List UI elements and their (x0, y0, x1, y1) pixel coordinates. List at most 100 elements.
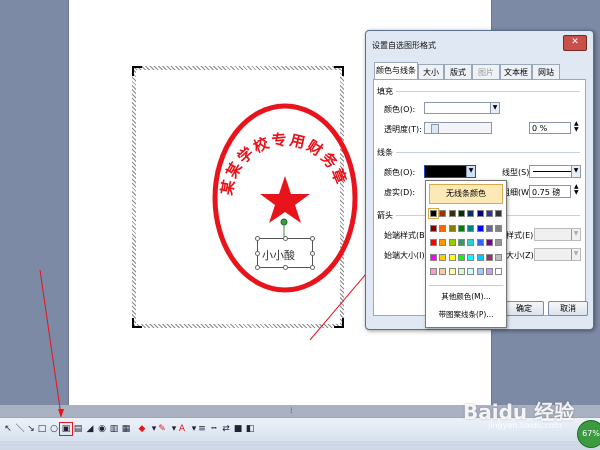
line-color-icon[interactable]: ✎ (156, 423, 168, 435)
line-color-dropdown[interactable]: ▼ (424, 165, 476, 178)
color-swatch[interactable] (428, 208, 439, 219)
color-swatch[interactable] (495, 210, 503, 217)
tab-layout[interactable]: 版式 (444, 64, 472, 80)
color-swatch[interactable] (430, 253, 437, 261)
chevron-down-icon: ▼ (571, 249, 580, 260)
color-swatch[interactable] (467, 224, 475, 232)
picture-icon[interactable]: ▦ (120, 423, 132, 435)
clipart-icon[interactable]: ▥ (108, 423, 120, 435)
dash-style-icon[interactable]: ┅ (208, 423, 220, 435)
arrow-style-icon[interactable]: ⇄ (220, 423, 232, 435)
color-swatch[interactable] (457, 253, 465, 261)
color-swatch[interactable] (495, 224, 503, 232)
divider (429, 285, 503, 286)
end-style-dropdown[interactable]: ▼ (534, 228, 581, 241)
transparency-slider[interactable] (424, 122, 492, 134)
color-swatch[interactable] (457, 224, 465, 232)
chevron-down-icon: ▼ (571, 166, 580, 177)
color-swatch[interactable] (476, 253, 484, 261)
spinner-icon[interactable]: ▲ ▼ (574, 184, 579, 196)
textbox-tool-icon[interactable]: ▣ (59, 422, 73, 436)
color-swatch[interactable] (439, 210, 447, 217)
line-style-label: 线型(S): (502, 168, 533, 177)
dash-label: 虚实(D): (384, 188, 416, 197)
dialog-title: 设置自选图形格式 (372, 41, 436, 50)
line-style-dropdown[interactable]: ▼ (529, 165, 581, 178)
font-color-icon[interactable]: A (176, 423, 188, 435)
color-swatch[interactable] (495, 253, 503, 261)
color-swatch[interactable] (457, 210, 465, 217)
color-swatch[interactable] (467, 253, 475, 261)
color-swatch[interactable] (457, 268, 465, 276)
color-swatch[interactable] (495, 268, 503, 276)
rectangle-tool-icon[interactable]: □ (36, 423, 48, 435)
vertical-textbox-icon[interactable]: ▤ (72, 423, 84, 435)
fill-color-label: 颜色(O): (384, 105, 416, 114)
fill-color-dropdown[interactable]: ▼ (424, 102, 500, 114)
3d-style-icon[interactable]: ◧ (244, 423, 256, 435)
color-swatch[interactable] (485, 253, 493, 261)
color-swatch[interactable] (439, 268, 447, 276)
end-size-dropdown[interactable]: ▼ (534, 248, 581, 261)
color-swatch[interactable] (448, 210, 456, 217)
select-objects-icon[interactable]: ↖ (2, 423, 14, 435)
divider (396, 91, 580, 92)
end-style-label: 样式(E): (506, 231, 536, 240)
color-swatch[interactable] (448, 253, 456, 261)
ok-button[interactable]: 确定 (504, 301, 544, 316)
color-swatch[interactable] (485, 224, 493, 232)
color-swatch[interactable] (476, 239, 484, 247)
arrows-section-label: 箭头 (377, 211, 393, 220)
color-swatch[interactable] (448, 268, 456, 276)
color-swatch[interactable] (476, 268, 484, 276)
tab-size[interactable]: 大小 (418, 64, 444, 80)
cancel-button[interactable]: 取消 (548, 301, 588, 316)
line-style-icon[interactable]: ≡ (196, 423, 208, 435)
more-colors-option[interactable]: 其他颜色(M)... (426, 291, 506, 302)
no-line-color-option[interactable]: 无线条颜色 (429, 184, 503, 204)
begin-style-label: 始端样式(B): (384, 231, 431, 240)
color-swatch[interactable] (495, 239, 503, 247)
wordart-icon[interactable]: ◢ (84, 423, 96, 435)
fill-color-icon[interactable]: ◆ (136, 423, 148, 435)
fill-section-label: 填充 (377, 87, 393, 96)
color-swatch[interactable] (457, 239, 465, 247)
color-swatch[interactable] (485, 268, 493, 276)
color-swatch[interactable] (485, 210, 493, 217)
slider-thumb[interactable] (431, 124, 439, 134)
zoom-badge[interactable]: 67% (577, 420, 600, 448)
color-swatch[interactable] (439, 239, 447, 247)
diagram-icon[interactable]: ◉ (96, 423, 108, 435)
weight-input[interactable]: 0.75 磅 (529, 185, 571, 198)
tab-website[interactable]: 网站 (532, 64, 560, 80)
color-swatch[interactable] (448, 224, 456, 232)
color-swatch[interactable] (439, 253, 447, 261)
color-swatch[interactable] (467, 268, 475, 276)
divider (396, 152, 580, 153)
color-swatch[interactable] (439, 224, 447, 232)
color-swatch[interactable] (476, 224, 484, 232)
line-color-popup[interactable]: 无线条颜色 其他颜色(M)... 带图案线条(P)... (425, 180, 507, 328)
transparency-label: 透明度(T): (384, 125, 422, 134)
shadow-style-icon[interactable]: ■ (232, 423, 244, 435)
chevron-down-icon: ▼ (490, 103, 499, 113)
begin-size-label: 始端大小(I): (384, 251, 428, 260)
color-swatch[interactable] (485, 239, 493, 247)
color-swatch[interactable] (430, 268, 437, 276)
transparency-input[interactable]: 0 % (529, 122, 571, 134)
close-button[interactable]: ✕ (563, 35, 587, 51)
color-swatch[interactable] (430, 224, 437, 232)
patterned-lines-option[interactable]: 带图案线条(P)... (426, 309, 506, 320)
oval-tool-icon[interactable]: ○ (48, 423, 60, 435)
spinner-icon[interactable]: ▲ ▼ (574, 121, 579, 133)
line-color-label: 颜色(O): (384, 168, 416, 177)
color-swatch[interactable] (430, 239, 437, 247)
status-bar (0, 441, 600, 450)
tab-picture[interactable]: 图片 (472, 64, 500, 80)
chevron-down-icon: ▼ (571, 229, 580, 240)
color-swatch[interactable] (448, 239, 456, 247)
color-swatch[interactable] (467, 210, 475, 217)
color-swatch[interactable] (476, 210, 484, 217)
color-swatch[interactable] (467, 239, 475, 247)
tab-textbox[interactable]: 文本框 (500, 64, 532, 80)
